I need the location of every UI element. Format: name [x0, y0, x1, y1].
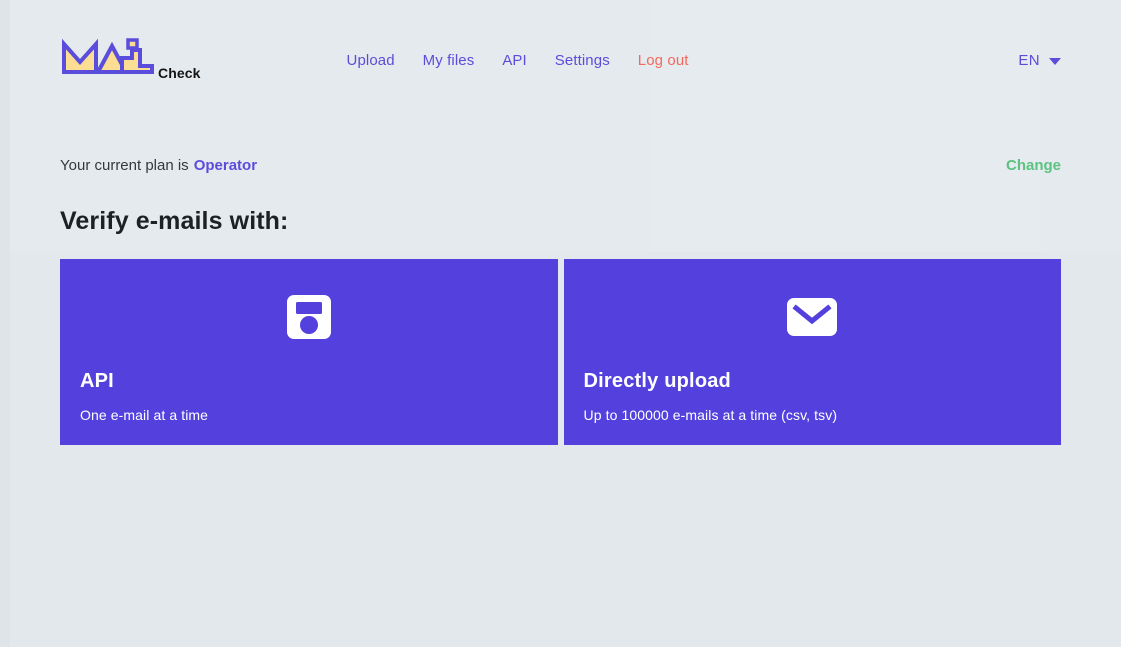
nav-logout[interactable]: Log out [624, 52, 703, 69]
change-plan-link[interactable]: Change [1006, 157, 1061, 174]
mail-logo-icon [60, 38, 156, 78]
plan-row: Your current plan is Operator Change [0, 157, 1121, 174]
nav-settings[interactable]: Settings [541, 52, 624, 69]
card-api-body: API One e-mail at a time [80, 370, 208, 423]
card-api-subtitle: One e-mail at a time [80, 407, 209, 423]
nav-upload[interactable]: Upload [333, 52, 409, 69]
card-directly-upload[interactable]: Directly upload Up to 100000 e-mails at … [563, 259, 1062, 445]
chevron-down-icon [1049, 58, 1061, 65]
plan-prefix-label: Your current plan is [60, 157, 189, 174]
envelope-icon [564, 291, 1062, 343]
card-upload-body: Directly upload Up to 100000 e-mails at … [584, 370, 838, 423]
language-selector-label: EN [1018, 52, 1040, 69]
plan-name-value: Operator [193, 157, 258, 174]
app-root: Check Upload My files API Settings Log o… [0, 0, 1121, 647]
card-api[interactable]: API One e-mail at a time [60, 259, 558, 445]
brand-suffix: Check [158, 65, 201, 81]
save-floppy-icon [60, 291, 558, 343]
nav-api[interactable]: API [488, 52, 540, 69]
site-header: Check Upload My files API Settings Log o… [0, 0, 1121, 130]
verify-method-cards: API One e-mail at a time Directly upload… [0, 259, 1121, 445]
brand-logo[interactable]: Check [60, 38, 201, 81]
language-selector[interactable]: EN [1018, 52, 1061, 69]
card-upload-subtitle: Up to 100000 e-mails at a time (csv, tsv… [583, 407, 838, 423]
main-nav: Upload My files API Settings Log out [333, 52, 703, 69]
card-api-title: API [80, 370, 114, 392]
card-upload-title: Directly upload [583, 370, 731, 392]
nav-my-files[interactable]: My files [409, 52, 489, 69]
page-title: Verify e-mails with: [60, 207, 289, 235]
